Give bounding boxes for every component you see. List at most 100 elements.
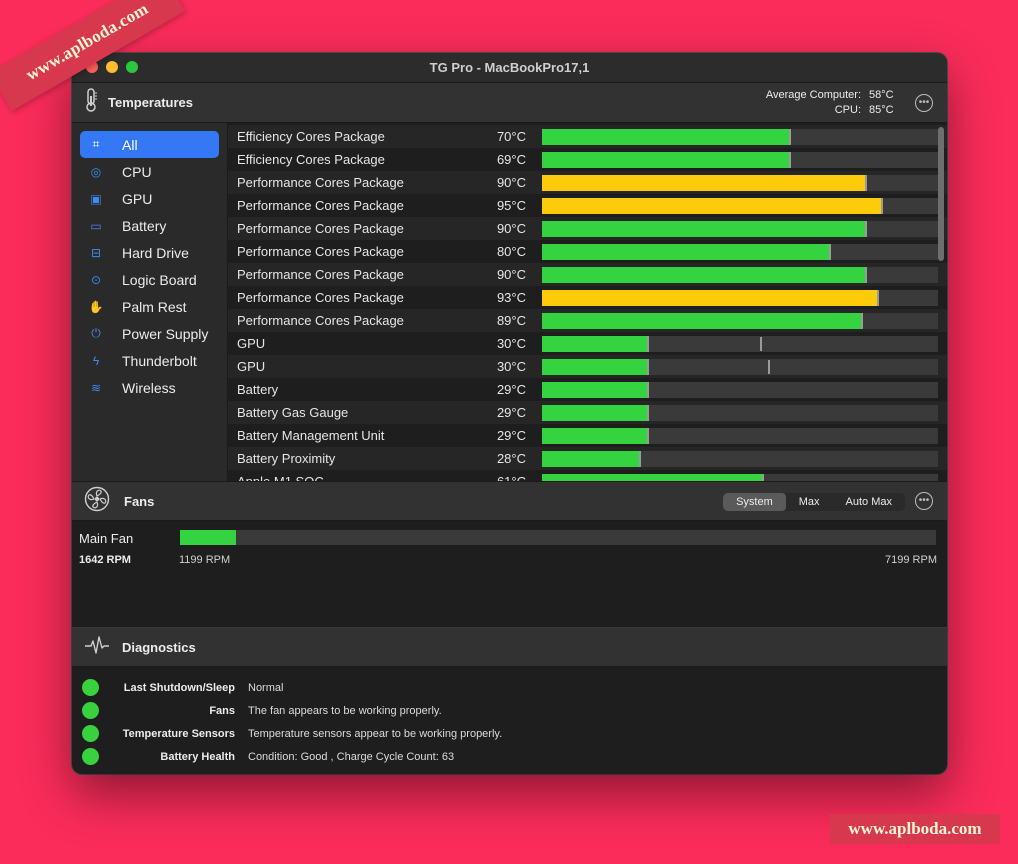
sensor-name: GPU — [237, 336, 266, 351]
sensor-name: Performance Cores Package — [237, 313, 404, 328]
temperatures-title: Temperatures — [108, 95, 194, 110]
sensor-temperature: 93°C — [496, 290, 526, 305]
sensor-name: Apple M1 SOC — [228, 474, 464, 481]
average-computer-value: 58°C — [869, 89, 894, 101]
window-title: TG Pro - MacBookPro17,1 — [429, 60, 590, 75]
sidebar-item-label: Power Supply — [122, 325, 209, 342]
status-indicator-icon — [82, 702, 99, 719]
sensor-list[interactable]: Efficiency Cores Package 70°C Efficiency C… — [228, 123, 947, 481]
sidebar-item-battery[interactable]: ▭ Battery — [80, 212, 219, 239]
fan-mode-segmented-control[interactable]: System Max Auto Max — [723, 493, 905, 511]
sensor-temperature: 95°C — [496, 198, 526, 213]
sensor-temperature-fill — [542, 197, 883, 214]
minimize-button[interactable] — [106, 61, 118, 73]
sensor-temperature-fill — [542, 404, 649, 421]
sensor-temperature: 30°C — [496, 359, 526, 374]
sidebar-item-palm-rest[interactable]: ✋ Palm Rest — [80, 293, 219, 320]
fan-current-rpm: 1642 RPM — [79, 554, 131, 566]
sidebar-item-wireless[interactable]: ≋ Wireless — [80, 374, 219, 401]
sensor-row[interactable]: Performance Cores Package 95°C — [228, 194, 947, 217]
sensor-temperature-bar — [542, 427, 938, 444]
zoom-button[interactable] — [126, 61, 138, 73]
sensor-row[interactable]: Performance Cores Package 90°C — [228, 217, 947, 240]
sensor-temperature-fill — [542, 450, 641, 467]
sensor-temperature-fill — [542, 220, 867, 237]
sensor-temperature-bar — [542, 243, 938, 260]
sidebar-item-label: Battery — [122, 217, 167, 234]
sensor-row[interactable]: Performance Cores Package 89°C — [228, 309, 947, 332]
sensor-temperature: 90°C — [496, 267, 526, 282]
sensor-row[interactable]: Performance Cores Package 90°C — [228, 263, 947, 286]
battery-icon: ▭ — [90, 218, 102, 233]
sensor-temperature-bar — [542, 404, 938, 421]
sensor-name: Performance Cores Package — [237, 198, 404, 213]
cpu-average-label: CPU: — [834, 104, 861, 116]
fan-mode-system[interactable]: System — [723, 493, 786, 511]
sensor-temperature-bar — [542, 197, 938, 214]
sidebar-item-logic-board[interactable]: ⊙ Logic Board — [80, 266, 219, 293]
sensor-temperature-fill — [542, 381, 649, 398]
sensor-row[interactable]: Battery 29°C — [228, 378, 947, 401]
cpu-average-value: 85°C — [869, 104, 894, 116]
fan-name: Main Fan — [79, 531, 134, 546]
fan-mode-auto-max[interactable]: Auto Max — [833, 493, 905, 511]
sidebar-item-label: Hard Drive — [122, 244, 189, 261]
sensor-temperature: 90°C — [496, 221, 526, 236]
sensor-row[interactable]: GPU 30°C — [228, 332, 947, 355]
sensor-row[interactable]: Efficiency Cores Package 70°C — [228, 125, 947, 148]
sidebar-item-gpu[interactable]: ▣ GPU — [80, 185, 219, 212]
sensor-temperature-fill — [542, 312, 863, 329]
sensor-temperature-bar — [542, 473, 938, 481]
diagnostics-title: Diagnostics — [122, 639, 196, 655]
fan-speed-fill — [180, 530, 236, 545]
fan-mode-max[interactable]: Max — [786, 493, 833, 511]
sensor-row[interactable]: Battery Proximity 28°C — [228, 447, 947, 470]
diagnostics-body: Last Shutdown/Sleep Normal Fans The fan app… — [72, 667, 947, 768]
hard-drive-icon: ⊟ — [90, 245, 102, 260]
cpu-icon: ◎ — [90, 164, 102, 179]
diagnostic-row: Temperature Sensors Temperature sensors a… — [72, 722, 947, 745]
gpu-icon: ▣ — [90, 191, 102, 206]
diagnostic-value: Condition: Good , Charge Cycle Count: 63 — [248, 750, 455, 763]
scrollbar[interactable] — [938, 127, 944, 261]
title-bar: TG Pro - MacBookPro17,1 — [72, 53, 947, 83]
sidebar-item-label: Wireless — [122, 379, 176, 396]
sensor-row[interactable]: Apple M1 SOC61°C — [228, 470, 947, 481]
sidebar-item-label: Thunderbolt — [122, 352, 197, 369]
diagnostic-label: Temperature Sensors — [122, 727, 235, 740]
temperatures-body: ⌗ All ◎ CPU ▣ GPU ▭ Battery ⊟ Hard Drive ⊙ Logic Bo… — [72, 123, 947, 481]
fans-body: Main Fan 1642 RPM 1199 RPM 7199 RPM — [72, 521, 947, 627]
status-indicator-icon — [82, 748, 99, 765]
sensor-temperature: 90°C — [496, 175, 526, 190]
sensor-temperature-fill — [542, 289, 879, 306]
sidebar-item-all[interactable]: ⌗ All — [80, 131, 219, 158]
app-window: TG Pro - MacBookPro17,1 Temperatures Ave… — [72, 53, 947, 774]
sidebar-item-hard-drive[interactable]: ⊟ Hard Drive — [80, 239, 219, 266]
sensor-temperature: 29°C — [496, 405, 526, 420]
ellipsis-circle-icon[interactable]: ••• — [915, 492, 933, 510]
sensor-row[interactable]: Performance Cores Package 93°C — [228, 286, 947, 309]
sidebar-item-label: GPU — [122, 190, 153, 207]
diagnostic-value: Normal — [248, 681, 284, 694]
average-readout: Average Computer: 58°C CPU: 85°C — [766, 88, 897, 118]
sensor-temperature-bar — [542, 335, 938, 352]
sensor-row[interactable]: Performance Cores Package 90°C — [228, 171, 947, 194]
sidebar-item-thunderbolt[interactable]: ϟ Thunderbolt — [80, 347, 219, 374]
thermometer-icon — [84, 88, 98, 117]
ellipsis-circle-icon[interactable]: ••• — [915, 93, 933, 112]
sidebar-item-power-supply[interactable]: ⏻ Power Supply — [80, 320, 219, 347]
sensor-temperature-bar — [542, 266, 938, 283]
diagnostic-row: Fans The fan appears to be working proper… — [72, 699, 947, 722]
sensor-row[interactable]: Performance Cores Package 80°C — [228, 240, 947, 263]
sensor-row[interactable]: GPU 30°C — [228, 355, 947, 378]
sensor-row[interactable]: Battery Management Unit 29°C — [228, 424, 947, 447]
status-indicator-icon — [82, 679, 99, 696]
sensor-row[interactable]: Battery Gas Gauge 29°C — [228, 401, 947, 424]
sensor-temperature: 70°C — [496, 129, 526, 144]
power-icon: ⏻ — [91, 326, 101, 340]
sidebar-item-cpu[interactable]: ◎ CPU — [80, 158, 219, 185]
sensor-temperature-bar — [542, 220, 938, 237]
sensor-row[interactable]: Efficiency Cores Package 69°C — [228, 148, 947, 171]
logic-board-icon: ⊙ — [90, 272, 102, 287]
sensor-temperature: 61°C — [464, 474, 526, 481]
